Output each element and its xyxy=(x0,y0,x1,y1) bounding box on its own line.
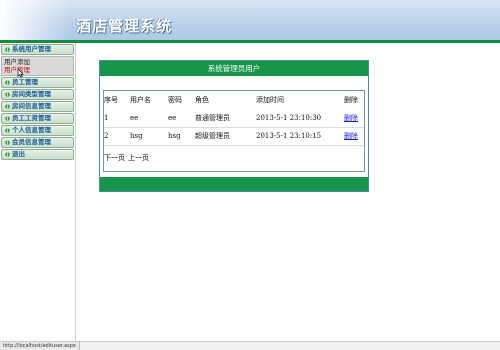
leaf-icon xyxy=(5,92,10,97)
delete-link[interactable]: 删除 xyxy=(344,114,358,122)
sidebar-item-members[interactable]: 会员信息管理 xyxy=(1,137,74,148)
submenu-manage-users[interactable]: 用户管理 xyxy=(4,66,73,74)
cell-time: 2013-5-1 23:10:15 xyxy=(256,127,344,146)
sidebar-item-staff[interactable]: 员工管理 xyxy=(1,77,74,88)
sidebar-item-label: 会员信息管理 xyxy=(12,138,51,146)
leaf-icon xyxy=(5,140,10,145)
cell-role: 超级管理员 xyxy=(195,127,256,146)
leaf-icon xyxy=(5,128,10,133)
sidebar-item-label: 个人信息管理 xyxy=(12,126,51,134)
sidebar-item-label: 员工工资管理 xyxy=(12,114,51,122)
cell-username: ee xyxy=(130,109,168,128)
cell-role: 普通管理员 xyxy=(195,109,256,128)
sidebar-item-label: 系统用户管理 xyxy=(12,45,51,53)
sidebar-item-profile[interactable]: 个人信息管理 xyxy=(1,125,74,136)
leaf-icon xyxy=(5,104,10,109)
panel-title: 系统管理员用户 xyxy=(100,61,368,76)
column-header-role: 角色 xyxy=(195,96,209,104)
column-header-username: 用户名 xyxy=(130,96,151,104)
leaf-icon xyxy=(5,116,10,121)
submenu-add-user[interactable]: 用户添加 xyxy=(4,58,73,66)
sidebar-submenu: 用户添加 用户管理 xyxy=(1,56,74,76)
cell-password: hsg xyxy=(168,127,195,146)
cell-id: 1 xyxy=(104,109,130,128)
cell-password: ee xyxy=(168,109,195,128)
leaf-icon xyxy=(5,152,10,157)
column-header-password: 密码 xyxy=(168,96,182,104)
panel-body: 序号 用户名 密码 角色 添加时间 删除 1 ee ee 普通管理员 2013-… xyxy=(103,90,365,172)
cell-time: 2013-5-1 23:10:30 xyxy=(256,109,344,128)
sidebar-item-room-info[interactable]: 房间信息管理 xyxy=(1,101,74,112)
prev-page-link[interactable]: 上一页 xyxy=(128,154,149,162)
sidebar-item-salary[interactable]: 员工工资管理 xyxy=(1,113,74,124)
cell-username: hsg xyxy=(130,127,168,146)
table-row: 1 ee ee 普通管理员 2013-5-1 23:10:30 删除 xyxy=(104,109,364,128)
sidebar-item-system-users[interactable]: 系统用户管理 xyxy=(1,44,74,55)
users-table: 序号 用户名 密码 角色 添加时间 删除 1 ee ee 普通管理员 2013-… xyxy=(104,91,364,146)
app-title: 酒店管理系统 xyxy=(76,17,173,35)
sidebar-item-label: 退出 xyxy=(12,150,25,158)
sidebar-item-label: 房间类型管理 xyxy=(12,90,51,98)
column-header-time: 添加时间 xyxy=(256,96,284,104)
pager: 下一页 上一页 xyxy=(104,153,152,163)
cell-id: 2 xyxy=(104,127,130,146)
sidebar: 系统用户管理 用户添加 用户管理 员工管理 房间类型管理 房间信息管理 员工工资… xyxy=(0,43,76,341)
column-header-id: 序号 xyxy=(104,96,118,104)
sidebar-item-logout[interactable]: 退出 xyxy=(1,149,74,160)
mouse-pointer-icon xyxy=(17,68,24,78)
delete-link[interactable]: 删除 xyxy=(344,132,358,140)
table-row: 2 hsg hsg 超级管理员 2013-5-1 23:10:15 删除 xyxy=(104,127,364,146)
sidebar-item-label: 员工管理 xyxy=(12,78,38,86)
cell-delete: 删除 xyxy=(344,127,364,146)
leaf-icon xyxy=(5,47,10,52)
sidebar-item-room-types[interactable]: 房间类型管理 xyxy=(1,89,74,100)
header-fade xyxy=(0,0,70,40)
cell-delete: 删除 xyxy=(344,109,364,128)
column-header-delete: 删除 xyxy=(344,96,358,104)
table-header-row: 序号 用户名 密码 角色 添加时间 删除 xyxy=(104,91,364,109)
next-page-link[interactable]: 下一页 xyxy=(104,154,125,162)
user-list-panel: 系统管理员用户 序号 用户名 密码 角色 添加时间 删除 1 ee ee 普通管… xyxy=(99,60,369,192)
status-url: http://localhost/edituser.aspx xyxy=(0,342,80,350)
panel-footer xyxy=(100,177,368,191)
sidebar-item-label: 房间信息管理 xyxy=(12,102,51,110)
leaf-icon xyxy=(5,80,10,85)
browser-status-bar: http://localhost/edituser.aspx xyxy=(0,341,500,350)
app-header: 酒店管理系统 xyxy=(0,0,500,40)
